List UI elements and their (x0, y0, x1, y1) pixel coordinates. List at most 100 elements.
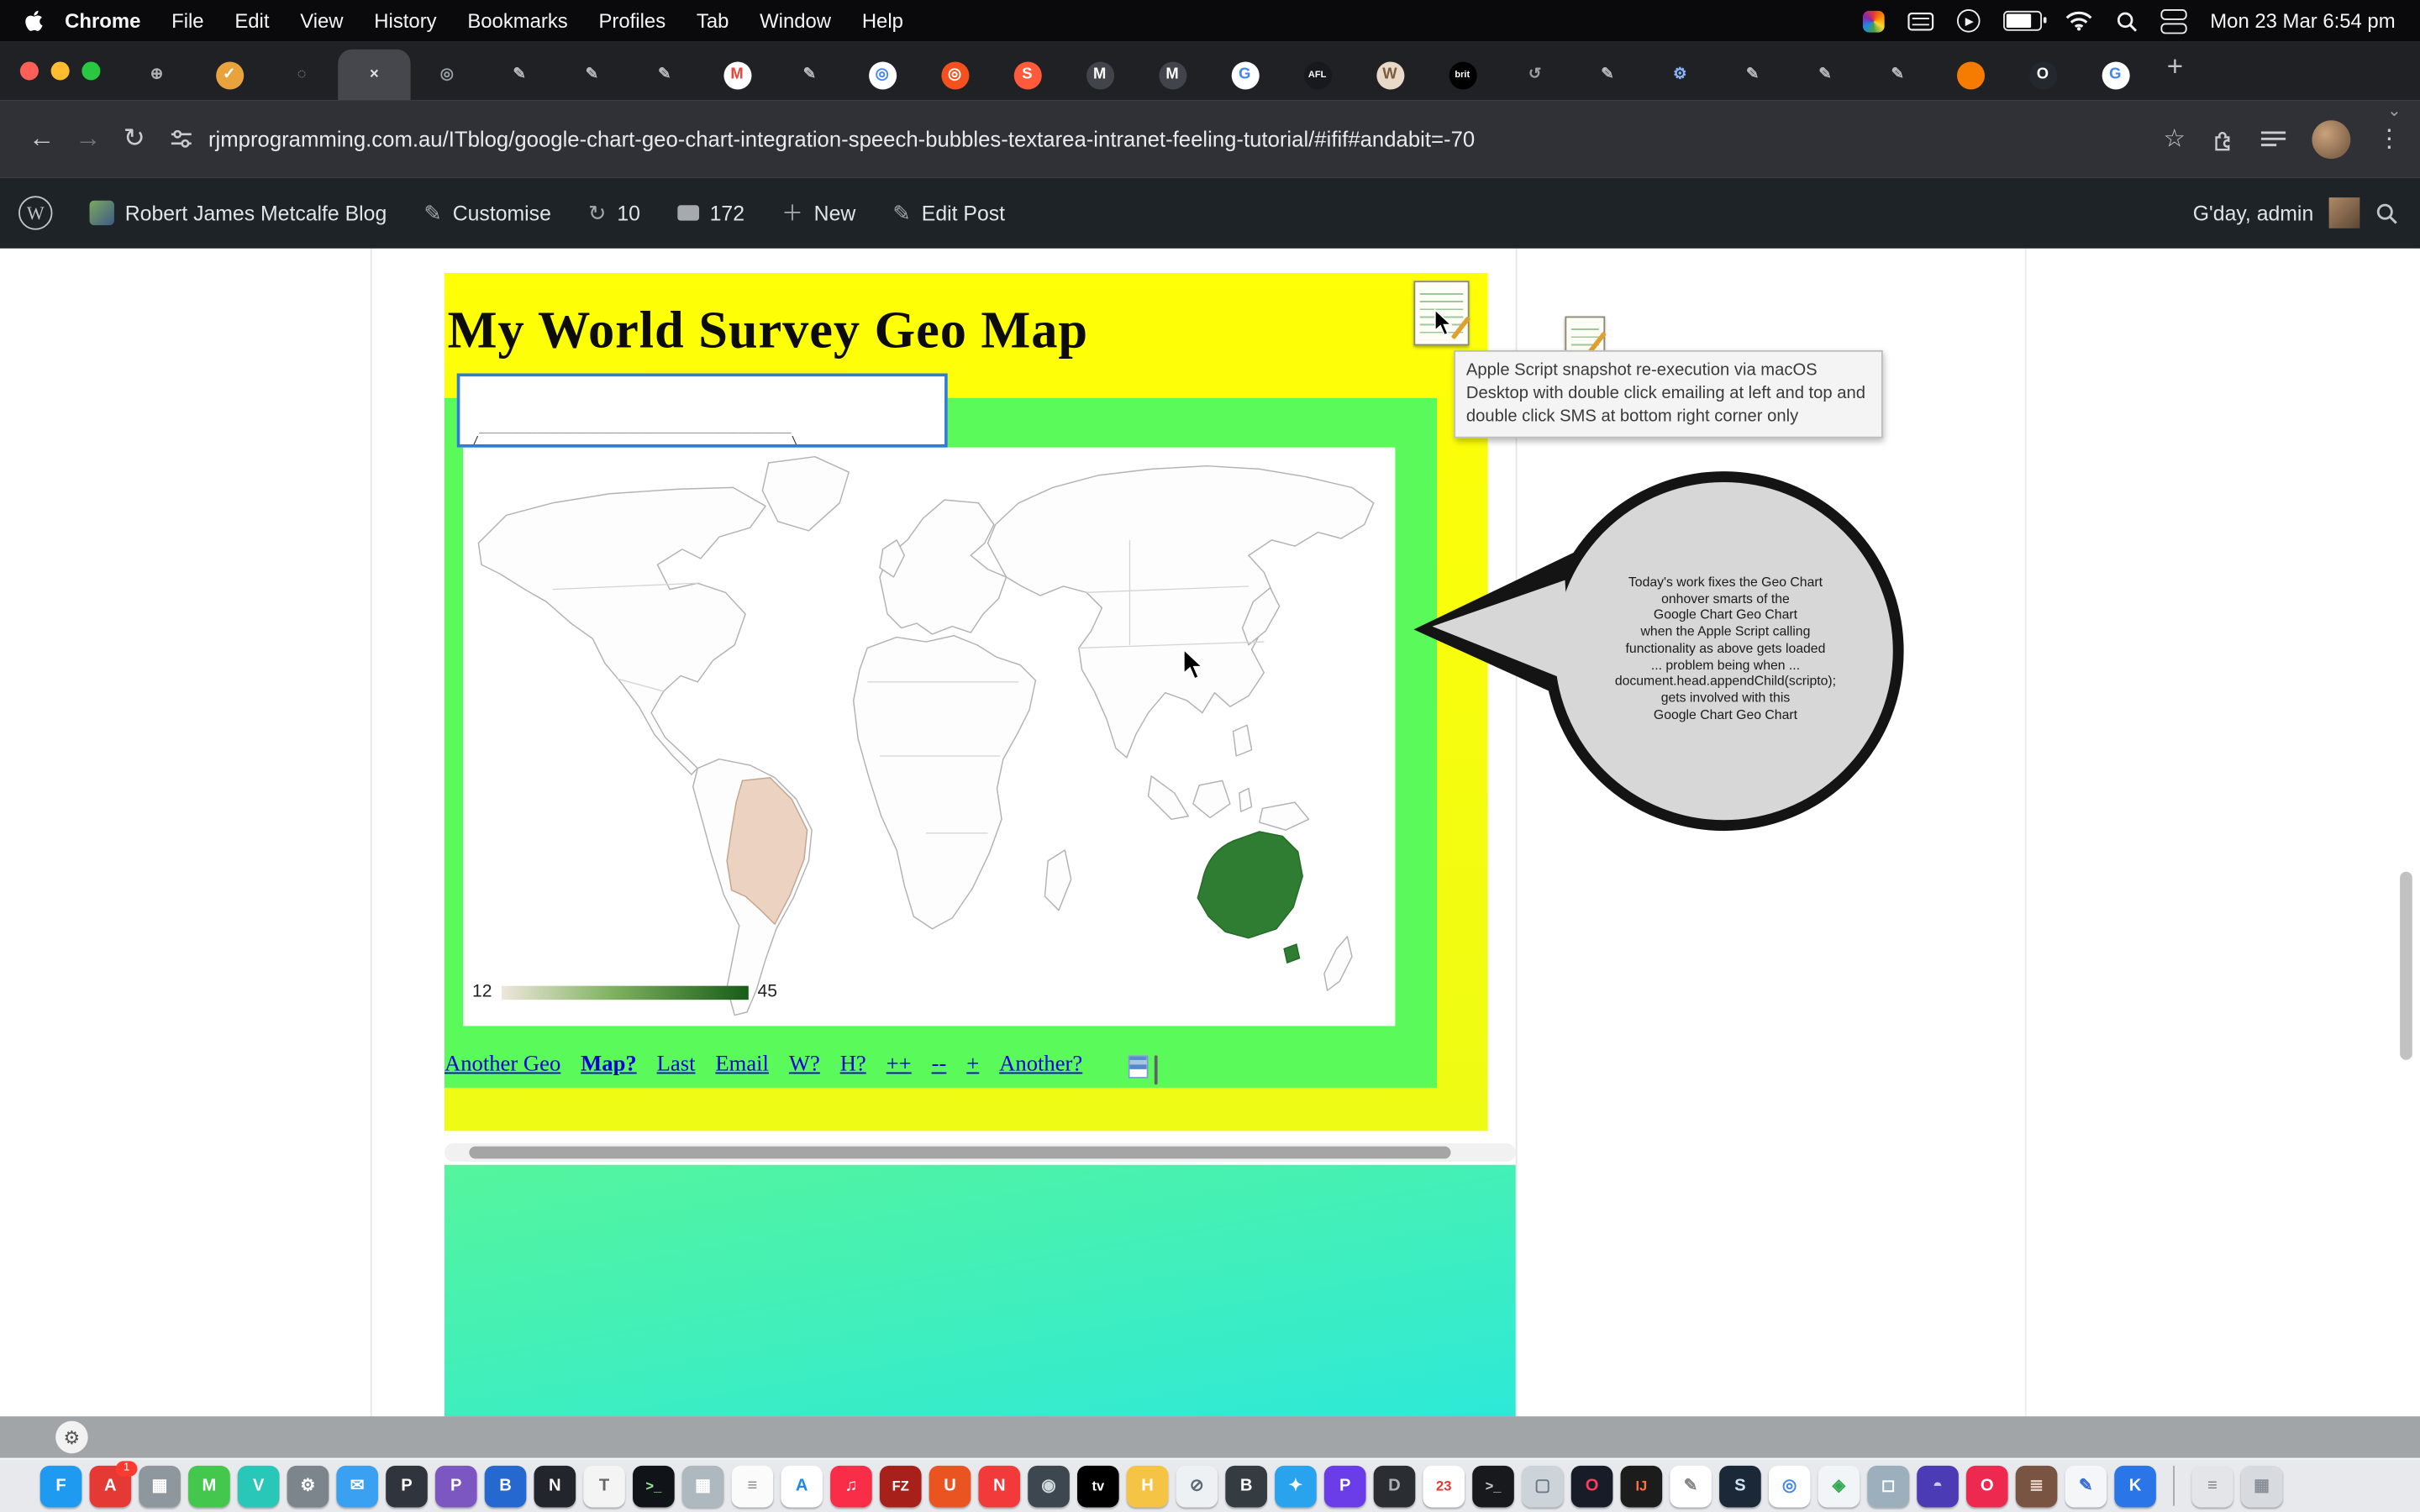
textedit-icon[interactable]: T (583, 1465, 625, 1507)
wp-edit-post-item[interactable]: ✎Edit Post (874, 177, 1023, 248)
coffee-app-icon[interactable]: ≣ (2016, 1465, 2058, 1507)
tab-overflow-chevron-icon[interactable]: ⌄ (2387, 100, 2402, 120)
wp-site-item[interactable]: Robert James Metcalfe Blog (71, 177, 405, 248)
dark-app-icon[interactable]: D (1374, 1465, 1416, 1507)
browser-tab[interactable]: × (338, 50, 410, 101)
menu-item[interactable]: Profiles (583, 9, 681, 33)
menu-extra-app-icon[interactable] (1863, 10, 1885, 32)
browser-tab[interactable]: M (1136, 50, 1208, 101)
news-icon[interactable]: N (978, 1465, 1020, 1507)
play-icon[interactable]: ▶ (1957, 9, 1981, 33)
calendar-icon[interactable]: 23 (1423, 1465, 1465, 1507)
menu-item[interactable]: Bookmarks (452, 9, 583, 33)
opera-icon[interactable]: O (1966, 1465, 2008, 1507)
intellij-icon[interactable]: IJ (1621, 1465, 1663, 1507)
phantom-icon[interactable]: ◓ (1917, 1465, 1959, 1507)
control-center-icon[interactable] (2161, 8, 2187, 33)
podcasts-alt-icon[interactable]: P (1324, 1465, 1366, 1507)
gear-icon[interactable]: ⚙ (55, 1421, 88, 1454)
page-link[interactable]: Another? (999, 1053, 1082, 1079)
browser-tab[interactable]: ✎ (1789, 50, 1861, 101)
apple-tv-icon[interactable]: tv (1077, 1465, 1119, 1507)
filezilla-icon[interactable]: FZ (880, 1465, 922, 1507)
maps-icon[interactable]: ◈ (1818, 1465, 1860, 1507)
speech-bubble-textarea[interactable]: ________________________________________… (457, 373, 948, 447)
menu-item[interactable]: File (156, 9, 219, 33)
spotlight-search-icon[interactable] (2116, 10, 2138, 32)
browser-tab[interactable]: M (701, 50, 773, 101)
page-link[interactable]: -- (932, 1053, 947, 1079)
active-app-name[interactable]: Chrome (50, 9, 156, 33)
page-link[interactable]: Map? (581, 1053, 637, 1079)
browser-tab[interactable]: ✎ (555, 50, 628, 101)
podcasts-icon[interactable]: P (435, 1465, 477, 1507)
music-icon[interactable]: ♫ (830, 1465, 872, 1507)
australia-region[interactable] (1197, 832, 1302, 963)
browser-tab[interactable]: O (2007, 50, 2079, 101)
menu-item[interactable]: Help (846, 9, 918, 33)
browser-tab[interactable]: ↺ (1498, 50, 1570, 101)
menu-item[interactable]: View (285, 9, 359, 33)
system-settings-icon[interactable]: ⚙ (287, 1465, 329, 1507)
launchpad-icon[interactable]: ▦ (139, 1465, 181, 1507)
yellow-app-icon[interactable]: H (1127, 1465, 1169, 1507)
browser-tab[interactable]: brit (1426, 50, 1498, 101)
wp-admin-avatar[interactable] (2329, 197, 2360, 228)
vertical-scrollbar-thumb[interactable] (2400, 872, 2412, 1060)
ubuntu-icon[interactable]: U (929, 1465, 971, 1507)
keyboard-icon[interactable] (1907, 12, 1933, 30)
geo-chart[interactable] (463, 448, 1395, 1026)
messages-icon[interactable]: M (188, 1465, 230, 1507)
archive-app-icon[interactable]: ▢ (1522, 1465, 1564, 1507)
apple-menu-icon[interactable] (24, 9, 43, 33)
chart-list-icon[interactable] (1128, 1055, 1149, 1079)
wp-logo-item[interactable]: W (0, 177, 71, 248)
menu-item[interactable]: Window (744, 9, 847, 33)
battery-icon[interactable] (2003, 11, 2042, 31)
trash-icon[interactable]: ▦ (2241, 1465, 2283, 1507)
wp-comments-item[interactable]: 172 (659, 177, 763, 248)
textedit-alt-icon[interactable]: ✎ (1670, 1465, 1712, 1507)
browser-tab[interactable]: ✎ (1861, 50, 1933, 101)
facetime-icon[interactable]: V (238, 1465, 280, 1507)
browser-tab[interactable]: ✓ (193, 50, 266, 101)
safari-icon[interactable]: ✦ (1275, 1465, 1317, 1507)
zoom-window-button[interactable] (82, 61, 100, 80)
browser-tab[interactable]: G (2079, 50, 2151, 101)
notes-icon[interactable]: N (534, 1465, 576, 1507)
wp-customise-item[interactable]: ✎Customise (405, 177, 570, 248)
steam-icon[interactable]: S (1719, 1465, 1761, 1507)
page-link[interactable]: Another Geo (445, 1053, 560, 1079)
browser-tab[interactable]: ◎ (846, 50, 918, 101)
browser-tab[interactable]: ✎ (1716, 50, 1788, 101)
wp-search-icon[interactable] (2375, 202, 2399, 225)
chrome-icon[interactable]: ◎ (1769, 1465, 1811, 1507)
page-link[interactable]: Last (657, 1053, 696, 1079)
browser-tab[interactable]: ⚙ (1644, 50, 1716, 101)
terminal-alt-icon[interactable]: >_ (1472, 1465, 1514, 1507)
pencil-app-icon[interactable]: ✎ (2065, 1465, 2107, 1507)
browser-tab[interactable]: S (991, 50, 1063, 101)
minimize-window-button[interactable] (51, 61, 70, 80)
wp-new-item[interactable]: ＋New (763, 177, 874, 248)
browser-tab[interactable]: M (1064, 50, 1136, 101)
no-entry-app-icon[interactable]: ⊘ (1176, 1465, 1218, 1507)
blue-app-icon[interactable]: B (485, 1465, 527, 1507)
profile-avatar[interactable] (2312, 119, 2350, 158)
browser-tab[interactable]: G (1208, 50, 1281, 101)
opera-gx-icon[interactable]: O (1571, 1465, 1613, 1507)
close-window-button[interactable] (20, 61, 39, 80)
app-store-alt-icon[interactable]: A (781, 1465, 823, 1507)
menu-item[interactable]: Edit (219, 9, 285, 33)
browser-tab[interactable]: ✎ (773, 50, 845, 101)
browser-tab[interactable]: ✎ (483, 50, 555, 101)
monitor-icon[interactable] (1155, 1055, 1158, 1084)
terminal-icon[interactable]: >_ (633, 1465, 675, 1507)
browser-tab[interactable]: ✎ (1571, 50, 1644, 101)
page-link[interactable]: ++ (886, 1053, 912, 1079)
preview-app-icon[interactable]: ◻ (1867, 1465, 1909, 1507)
page-link[interactable]: H? (840, 1053, 866, 1079)
finder-icon[interactable]: F (40, 1465, 82, 1507)
bookmark-star-icon[interactable]: ☆ (2163, 123, 2185, 155)
keynote-icon[interactable]: K (2114, 1465, 2156, 1507)
